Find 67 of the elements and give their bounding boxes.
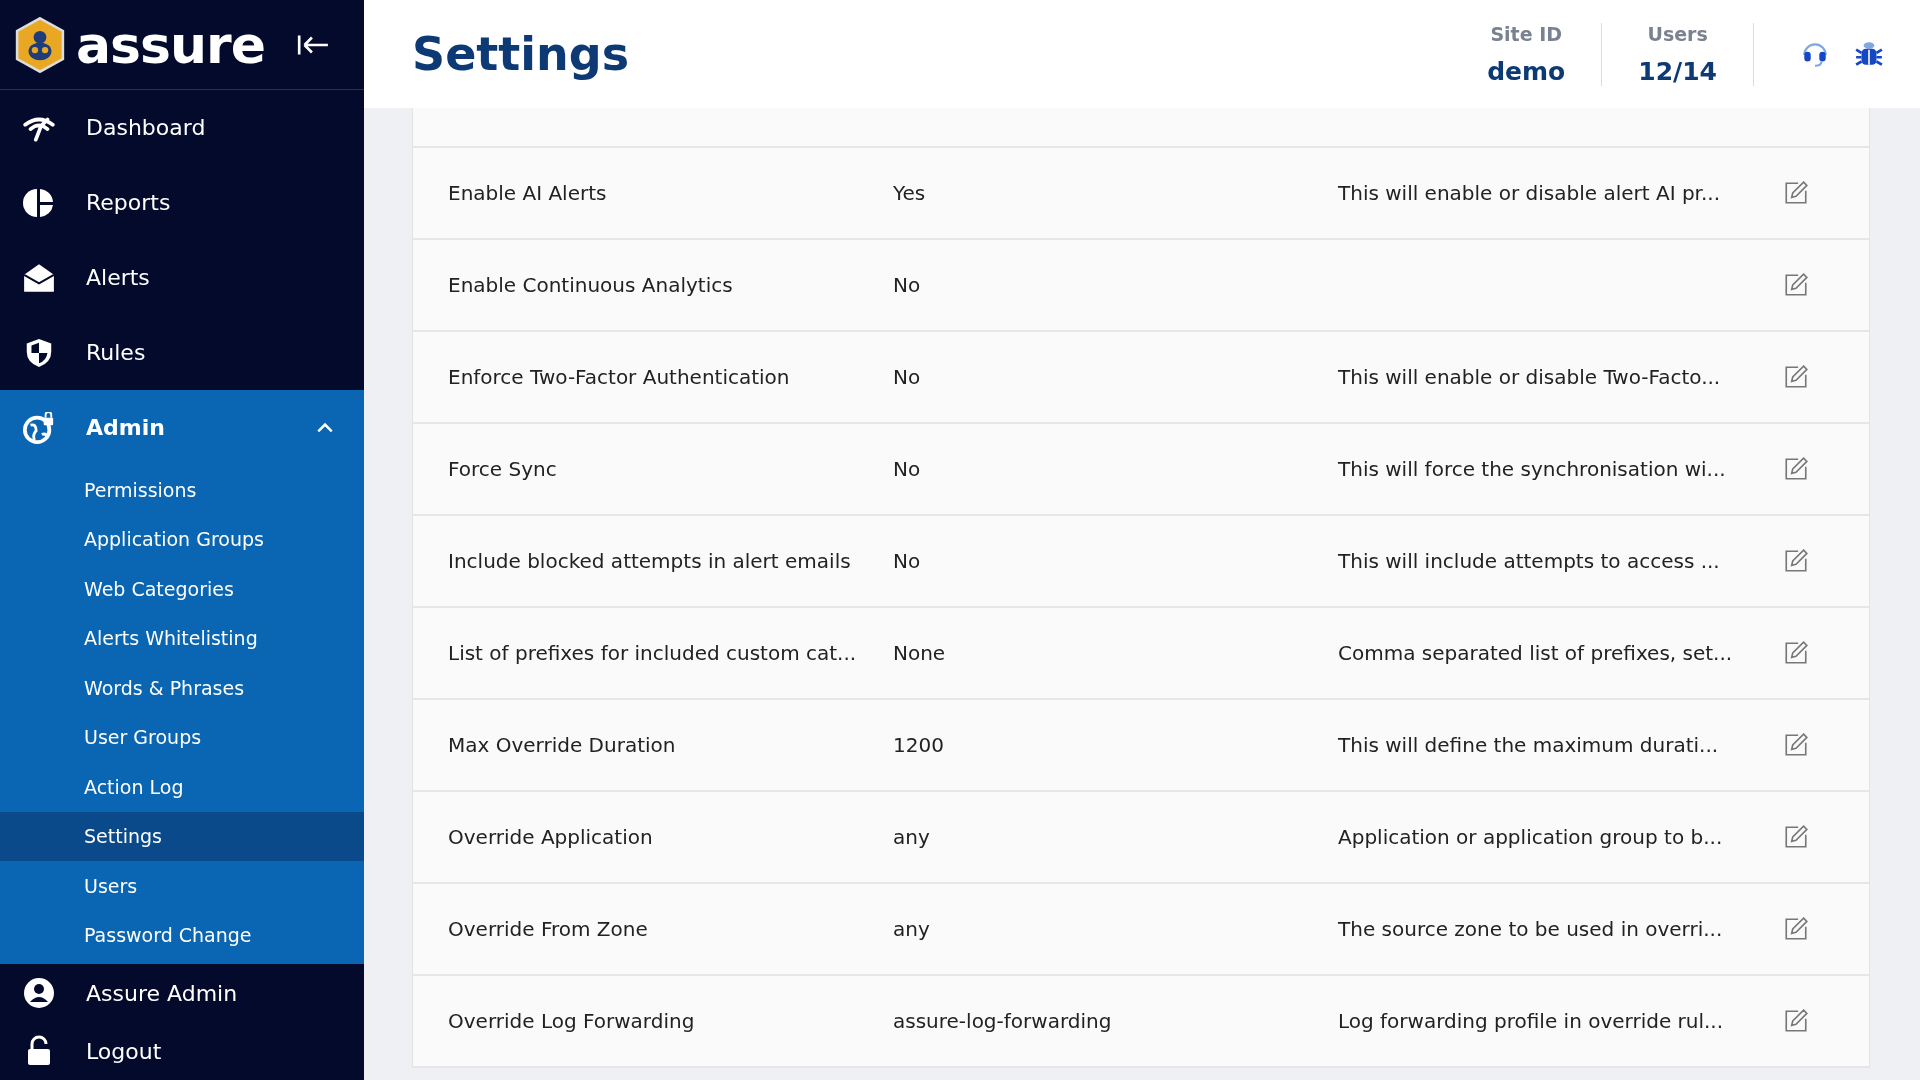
edit-icon[interactable]	[1783, 732, 1809, 758]
edit-icon[interactable]	[1783, 916, 1809, 942]
setting-description: The source zone to be used in overri...	[1338, 917, 1723, 941]
setting-name: Max Override Duration	[448, 733, 677, 757]
nav-item[interactable]: Admin	[0, 390, 364, 465]
edit-icon[interactable]	[1783, 824, 1809, 850]
nav-item[interactable]: Rules	[0, 315, 364, 390]
setting-name: Enable Continuous Analytics	[448, 273, 734, 297]
edit-icon[interactable]	[1783, 640, 1809, 666]
submenu-item[interactable]: Words & Phrases	[0, 663, 364, 713]
setting-name: Override Log Forwarding	[448, 1009, 696, 1033]
brand-name: assure	[76, 14, 266, 75]
submenu-item[interactable]: Permissions	[0, 465, 364, 515]
setting-name: Enable AI Alerts	[448, 181, 608, 205]
edit-icon[interactable]	[1783, 364, 1809, 390]
setting-value: assure-log-forwarding	[893, 1009, 1113, 1033]
setting-description: This will force the synchronisation wi...	[1338, 457, 1726, 481]
edit-icon[interactable]	[1783, 272, 1809, 298]
setting-name: List of prefixes for included custom cat...	[448, 641, 858, 665]
edit-icon[interactable]	[1783, 180, 1809, 206]
setting-name: Override Application	[448, 825, 654, 849]
stat-label: Users	[1647, 22, 1708, 45]
setting-description: Log forwarding profile in override rul...	[1338, 1009, 1724, 1033]
submenu-item[interactable]: Application Groups	[0, 514, 364, 564]
chevron-icon[interactable]	[316, 421, 334, 434]
user-icon	[22, 977, 56, 1009]
logo-icon	[14, 16, 66, 73]
submenu-item[interactable]: Alerts Whitelisting	[0, 613, 364, 663]
setting-value: 1200	[893, 733, 945, 757]
submenu-item[interactable]: Password Change	[0, 910, 364, 960]
setting-description: Comma separated list of prefixes, set...	[1338, 641, 1733, 665]
nav-item[interactable]: Alerts	[0, 240, 364, 315]
submenu-item[interactable]: Settings	[0, 811, 364, 861]
nav-item[interactable]: Dashboard	[0, 90, 364, 165]
submenu-item[interactable]: Web Categories	[0, 564, 364, 614]
setting-name: Force Sync	[448, 457, 558, 481]
setting-value: Yes	[893, 181, 927, 205]
submenu-item[interactable]: Users	[0, 861, 364, 911]
edit-icon[interactable]	[1783, 1008, 1809, 1034]
setting-value: any	[893, 917, 931, 941]
setting-value: None	[893, 641, 947, 665]
setting-value: No	[893, 273, 922, 297]
setting-description: Application or application group to b...	[1338, 825, 1723, 849]
stat-label: Site ID	[1490, 22, 1563, 45]
setting-description: This will enable or disable alert AI pr...	[1338, 181, 1721, 205]
setting-description: This will define the maximum durati...	[1338, 733, 1719, 757]
nav-item[interactable]: Logout	[0, 1022, 364, 1080]
submenu-item[interactable]: Action Log	[0, 762, 364, 812]
page-title: Settings	[412, 27, 631, 81]
edit-icon[interactable]	[1783, 548, 1809, 574]
setting-value: No	[893, 457, 922, 481]
setting-description: This will include attempts to access ...	[1338, 549, 1720, 573]
edit-icon[interactable]	[1783, 456, 1809, 482]
stat-value: 12/14	[1638, 56, 1717, 86]
pie-chart-icon	[22, 186, 56, 219]
stat-value: demo	[1487, 56, 1566, 86]
submenu-item[interactable]: User Groups	[0, 712, 364, 762]
setting-name: Override From Zone	[448, 917, 649, 941]
setting-description: This will enable or disable Two-Facto...	[1338, 365, 1721, 389]
setting-name: Include blocked attempts in alert emails	[448, 549, 852, 573]
setting-value: No	[893, 365, 922, 389]
setting-value: No	[893, 549, 922, 573]
nav-item[interactable]: Reports	[0, 165, 364, 240]
nav-item[interactable]: Assure Admin	[0, 964, 364, 1022]
setting-value: any	[893, 825, 931, 849]
setting-name: Enforce Two-Factor Authentication	[448, 365, 791, 389]
globe-lock-icon	[22, 411, 56, 444]
